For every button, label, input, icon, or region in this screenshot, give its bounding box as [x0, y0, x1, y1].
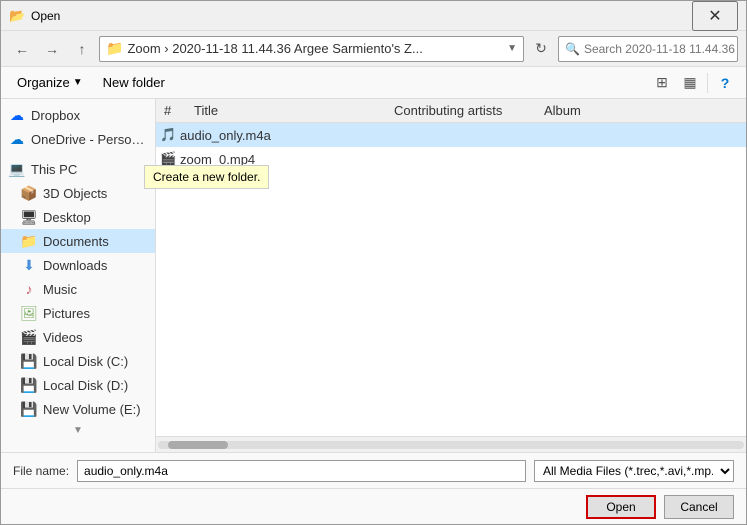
search-bar[interactable]: 🔍 [558, 36, 738, 62]
column-headers: # Title Contributing artists Album [156, 99, 746, 123]
view-details-button[interactable]: ▦ [677, 70, 703, 96]
forward-button[interactable]: → [39, 36, 65, 62]
sidebar-item-3dobjects[interactable]: 📦 3D Objects [1, 181, 155, 205]
sidebar-label-thispc: This PC [31, 162, 77, 177]
sidebar-item-newvolume[interactable]: 💾 New Volume (E:) [1, 397, 155, 421]
sidebar-item-documents[interactable]: 📁 Documents [1, 229, 155, 253]
address-text: Zoom › 2020-11-18 11.44.36 Argee Sarmien… [127, 41, 503, 56]
address-chevron: ▼ [507, 43, 517, 54]
sidebar-label-3dobjects: 3D Objects [43, 186, 107, 201]
navigation-toolbar: ← → ↑ 📁 Zoom › 2020-11-18 11.44.36 Argee… [1, 31, 746, 67]
action-bar: Organize ▼ New folder Create a new folde… [1, 67, 746, 99]
sidebar-label-desktop: Desktop [43, 210, 91, 225]
sidebar-label-localdisk-d: Local Disk (D:) [43, 378, 128, 393]
main-panel: # Title Contributing artists Album 🎵 aud… [156, 99, 746, 452]
search-icon: 🔍 [565, 42, 580, 56]
view-buttons: ⊞ ▦ ? [649, 70, 738, 96]
horizontal-scrollbar-area [156, 436, 746, 452]
sidebar-item-videos[interactable]: 🎬 Videos [1, 325, 155, 349]
videos-icon: 🎬 [21, 329, 37, 345]
desktop-icon: 🖥 [21, 209, 37, 225]
filename-bar: File name: All Media Files (*.trec,*.avi… [1, 452, 746, 488]
filename-label: File name: [13, 464, 69, 478]
music-icon: ♪ [21, 281, 37, 297]
newvolume-icon: 💾 [21, 401, 37, 417]
bottom-buttons: Open Cancel [1, 488, 746, 524]
localdisk-d-icon: 💾 [21, 377, 37, 393]
file-item-audio[interactable]: 🎵 audio_only.m4a [156, 123, 746, 147]
horizontal-scrollbar[interactable] [158, 441, 744, 449]
sidebar-item-thispc[interactable]: 💻 This PC [1, 157, 155, 181]
organize-button[interactable]: Organize ▼ [9, 71, 91, 95]
refresh-button[interactable]: ↻ [528, 36, 554, 62]
sidebar-item-localdisk-c[interactable]: 💾 Local Disk (C:) [1, 349, 155, 373]
filename-input[interactable] [77, 460, 526, 482]
downloads-icon: ⬇ [21, 257, 37, 273]
col-album[interactable]: Album [540, 103, 742, 118]
audio-file-name: audio_only.m4a [180, 128, 742, 143]
close-button[interactable]: ✕ [692, 1, 738, 31]
sidebar-label-music: Music [43, 282, 77, 297]
new-folder-tooltip: Create a new folder. [144, 165, 269, 189]
horizontal-scrollbar-thumb[interactable] [168, 441, 228, 449]
open-dialog: 📂 Open ✕ ← → ↑ 📁 Zoom › 2020-11-18 11.44… [0, 0, 747, 525]
new-folder-label: New folder [103, 75, 165, 90]
sidebar-item-downloads[interactable]: ⬇ Downloads [1, 253, 155, 277]
sidebar-item-onedrive[interactable]: ☁ OneDrive - Person... [1, 127, 155, 151]
toolbar-separator [707, 73, 708, 93]
sidebar: ☁ Dropbox ☁ OneDrive - Person... 💻 This … [1, 99, 156, 452]
onedrive-icon: ☁ [9, 131, 25, 147]
sidebar-item-pictures[interactable]: 🖼 Pictures [1, 301, 155, 325]
search-input[interactable] [584, 42, 739, 56]
sidebar-item-desktop[interactable]: 🖥 Desktop [1, 205, 155, 229]
sidebar-item-localdisk-d[interactable]: 💾 Local Disk (D:) [1, 373, 155, 397]
dropbox-icon: ☁ [9, 107, 25, 123]
sidebar-label-onedrive: OneDrive - Person... [31, 132, 147, 147]
sidebar-item-music[interactable]: ♪ Music [1, 277, 155, 301]
view-list-button[interactable]: ⊞ [649, 70, 675, 96]
pictures-icon: 🖼 [21, 305, 37, 321]
organize-label: Organize [17, 75, 70, 90]
sidebar-scroll-indicator: ▼ [1, 421, 155, 440]
sidebar-label-localdisk-c: Local Disk (C:) [43, 354, 128, 369]
back-button[interactable]: ← [9, 36, 35, 62]
sidebar-label-videos: Videos [43, 330, 83, 345]
dialog-icon: 📂 [9, 8, 25, 24]
sidebar-label-newvolume: New Volume (E:) [43, 402, 141, 417]
sidebar-label-dropbox: Dropbox [31, 108, 80, 123]
localdisk-c-icon: 💾 [21, 353, 37, 369]
audio-file-icon: 🎵 [160, 127, 176, 143]
help-button[interactable]: ? [712, 70, 738, 96]
sidebar-label-documents: Documents [43, 234, 109, 249]
sidebar-label-downloads: Downloads [43, 258, 107, 273]
documents-icon: 📁 [21, 233, 37, 249]
filetype-select[interactable]: All Media Files (*.trec,*.avi,*.mp... [534, 460, 734, 482]
up-button[interactable]: ↑ [69, 36, 95, 62]
dialog-title: Open [31, 9, 692, 23]
col-hash[interactable]: # [160, 103, 190, 118]
open-button[interactable]: Open [586, 495, 656, 519]
address-bar[interactable]: 📁 Zoom › 2020-11-18 11.44.36 Argee Sarmi… [99, 36, 524, 62]
sidebar-item-dropbox[interactable]: ☁ Dropbox [1, 103, 155, 127]
col-title[interactable]: Title [190, 103, 390, 118]
col-contributing[interactable]: Contributing artists [390, 103, 540, 118]
thispc-icon: 💻 [9, 161, 25, 177]
new-folder-button[interactable]: New folder [95, 71, 173, 95]
content-area: ☁ Dropbox ☁ OneDrive - Person... 💻 This … [1, 99, 746, 452]
sidebar-label-pictures: Pictures [43, 306, 90, 321]
3dobjects-icon: 📦 [21, 185, 37, 201]
title-bar: 📂 Open ✕ [1, 1, 746, 31]
cancel-button[interactable]: Cancel [664, 495, 734, 519]
organize-chevron: ▼ [73, 77, 83, 88]
